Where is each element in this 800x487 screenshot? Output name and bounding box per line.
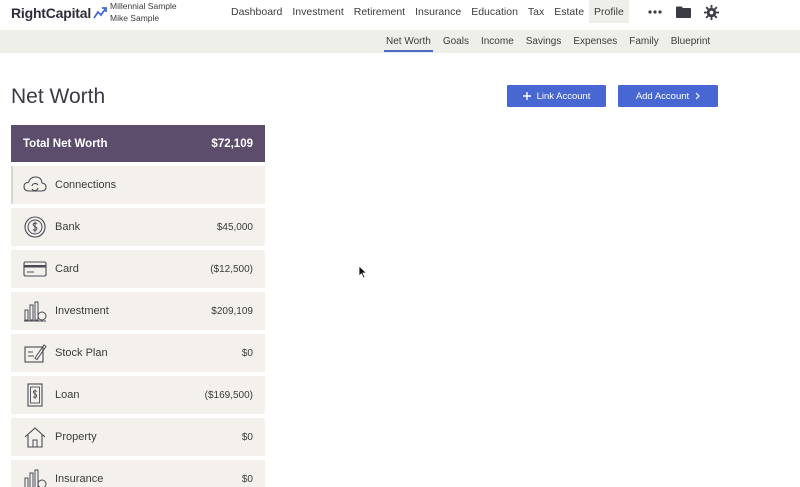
add-account-button[interactable]: Add Account [618, 85, 718, 107]
nav-insurance[interactable]: Insurance [410, 0, 466, 23]
category-row-insurance[interactable]: Insurance $0 [11, 460, 265, 487]
main-nav: Dashboard Investment Retirement Insuranc… [226, 0, 629, 23]
tab-income[interactable]: Income [475, 30, 520, 53]
investment-chart-icon [23, 299, 47, 323]
link-account-button[interactable]: Link Account [507, 85, 606, 107]
coin-icon [23, 215, 47, 239]
category-label: Stock Plan [55, 347, 108, 359]
category-label: Bank [55, 221, 81, 233]
mouse-cursor-icon [358, 265, 368, 279]
category-row-investment[interactable]: Investment $209,109 [11, 292, 265, 330]
category-row-loan[interactable]: Loan ($169,500) [11, 376, 265, 414]
cloud-sync-icon [23, 173, 47, 197]
nav-investment[interactable]: Investment [287, 0, 348, 23]
category-label: Loan [55, 389, 80, 401]
logo-arrow-icon [93, 7, 107, 19]
folder-icon[interactable] [674, 3, 692, 21]
logo[interactable]: RightCapital [11, 4, 107, 22]
add-account-label: Add Account [635, 90, 690, 102]
category-label: Card [55, 263, 79, 275]
category-value: $0 [241, 347, 253, 359]
gear-icon[interactable] [702, 3, 720, 21]
category-value: $0 [241, 473, 253, 485]
total-net-worth-value: $72,109 [211, 137, 253, 150]
total-net-worth-header: Total Net Worth $72,109 [11, 125, 265, 162]
category-row-card[interactable]: Card ($12,500) [11, 250, 265, 288]
loan-document-icon [23, 383, 47, 407]
top-navigation-bar: RightCapital Millennial Sample Mike Samp… [0, 0, 800, 30]
category-label: Connections [55, 179, 117, 191]
category-row-property[interactable]: Property $0 [11, 418, 265, 456]
category-row-connections[interactable]: Connections [11, 166, 265, 204]
nav-retirement[interactable]: Retirement [349, 0, 410, 23]
more-icon[interactable] [646, 3, 664, 21]
category-row-bank[interactable]: Bank $45,000 [11, 208, 265, 246]
tab-blueprint[interactable]: Blueprint [665, 30, 716, 53]
category-value: $0 [241, 431, 253, 443]
tab-goals[interactable]: Goals [437, 30, 475, 53]
category-label: Investment [55, 305, 109, 317]
tab-expenses[interactable]: Expenses [567, 30, 623, 53]
insurance-icon [23, 467, 47, 487]
credit-card-icon [23, 257, 47, 281]
category-value: $45,000 [216, 221, 253, 233]
nav-dashboard[interactable]: Dashboard [226, 0, 287, 23]
page-title: Net Worth [11, 85, 106, 108]
nav-tax[interactable]: Tax [523, 0, 549, 23]
chevron-right-icon [695, 92, 701, 100]
total-net-worth-label: Total Net Worth [23, 137, 108, 150]
nav-education[interactable]: Education [466, 0, 523, 23]
category-value: ($169,500) [204, 389, 253, 401]
category-row-stock-plan[interactable]: Stock Plan $0 [11, 334, 265, 372]
tab-savings[interactable]: Savings [520, 30, 568, 53]
nav-profile[interactable]: Profile [589, 0, 629, 23]
nav-estate[interactable]: Estate [549, 0, 589, 23]
category-value: ($12,500) [210, 263, 253, 275]
house-icon [23, 425, 47, 449]
category-label: Insurance [55, 473, 104, 485]
category-label: Property [55, 431, 97, 443]
tab-family[interactable]: Family [623, 30, 664, 53]
client-plan: Millennial Sample [110, 1, 177, 11]
category-value: $209,109 [211, 305, 253, 317]
stock-plan-icon [23, 341, 47, 365]
tab-net-worth[interactable]: Net Worth [380, 30, 437, 53]
sub-navigation-bar: Net Worth Goals Income Savings Expenses … [0, 30, 800, 53]
sub-nav: Net Worth Goals Income Savings Expenses … [380, 30, 716, 53]
plus-icon [522, 92, 531, 100]
link-account-label: Link Account [536, 90, 591, 102]
client-name: Mike Sample [110, 13, 160, 23]
account-category-list: Connections Bank $45,000 Card ($12,500) … [11, 166, 265, 487]
nav-icon-group [646, 2, 720, 22]
logo-text: RightCapital [11, 5, 92, 21]
client-info[interactable]: Millennial Sample Mike Sample [110, 0, 177, 24]
